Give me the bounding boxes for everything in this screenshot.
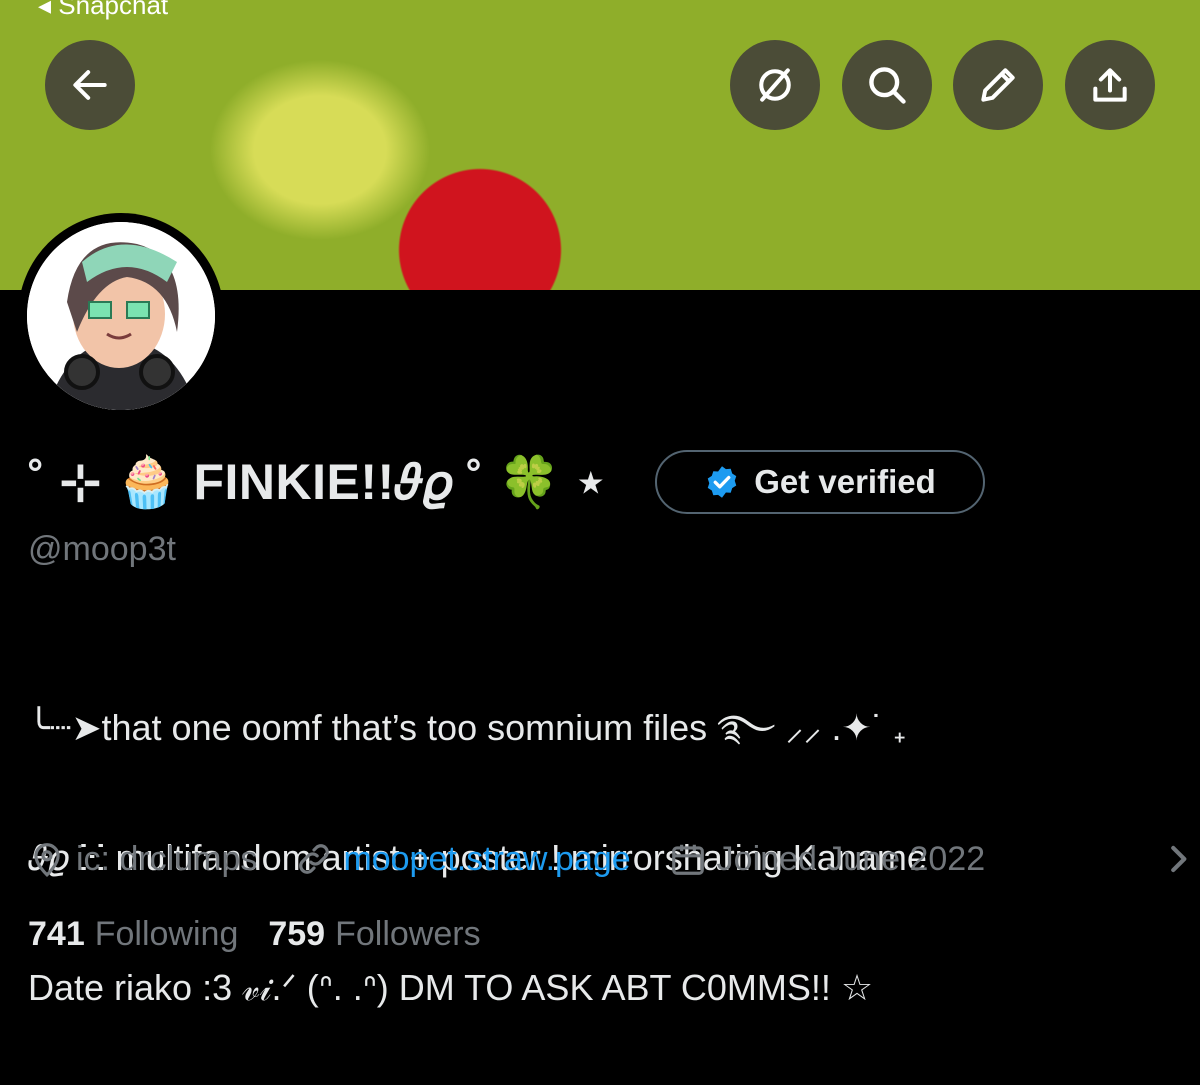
verified-badge-icon (707, 466, 737, 498)
search-button[interactable] (842, 40, 932, 130)
following-label: Following (94, 915, 239, 953)
share-icon (1093, 68, 1127, 102)
bio-line: Date riako :3 𝓋𝒾.ᐟ (ᐢ. .ᐢ) DM TO ASK ABT… (28, 967, 874, 1008)
location-pin-icon (34, 843, 60, 877)
status-bar-back-to-app[interactable]: ◂ Snapchat (38, 0, 168, 21)
get-verified-button[interactable]: Get verified (655, 450, 985, 514)
avatar-illustration (27, 222, 215, 410)
website-link[interactable]: moopet.straw.page (343, 840, 630, 879)
user-handle: @moop3t (28, 530, 176, 568)
following-stat[interactable]: 741 Following (28, 915, 238, 954)
arrow-left-icon (73, 70, 107, 100)
search-icon (869, 67, 906, 104)
follow-stats: 741 Following 759 Followers (28, 915, 481, 954)
calendar-icon (671, 844, 704, 875)
link-icon (299, 844, 330, 874)
profile-meta-row: ic: drclumps moopet.straw.page Joined Ju… (28, 834, 1023, 884)
share-button[interactable] (1065, 40, 1155, 130)
followers-label: Followers (335, 915, 481, 953)
bio-line: ╰┈➤that one oomf that’s too somnium file… (28, 707, 906, 748)
display-name: ˚ ⊹ 🧁 FINKIE!!𝜗𝜚 ˚ 🍀 ⋆ (28, 453, 607, 510)
display-name-row: ˚ ⊹ 🧁 FINKIE!!𝜗𝜚 ˚ 🍀 ⋆ (28, 447, 607, 517)
joined-item: Joined June 2022 (669, 840, 985, 879)
back-button[interactable] (45, 40, 135, 130)
followers-count: 759 (268, 915, 326, 953)
following-count: 741 (28, 915, 85, 953)
location-item: ic: drclumps (28, 840, 257, 879)
location-text: ic: drclumps (76, 839, 258, 878)
edit-button[interactable] (953, 40, 1043, 130)
chevron-right-icon[interactable] (1163, 840, 1193, 878)
edit-icon (981, 68, 1015, 102)
get-verified-label: Get verified (754, 463, 936, 500)
hide-icon (759, 68, 791, 102)
hide-button[interactable] (730, 40, 820, 130)
joined-date: Joined June 2022 (716, 839, 986, 878)
avatar (27, 222, 215, 410)
website-item[interactable]: moopet.straw.page (295, 840, 631, 879)
followers-stat[interactable]: 759 Followers (268, 915, 480, 954)
avatar-frame[interactable] (18, 213, 224, 419)
